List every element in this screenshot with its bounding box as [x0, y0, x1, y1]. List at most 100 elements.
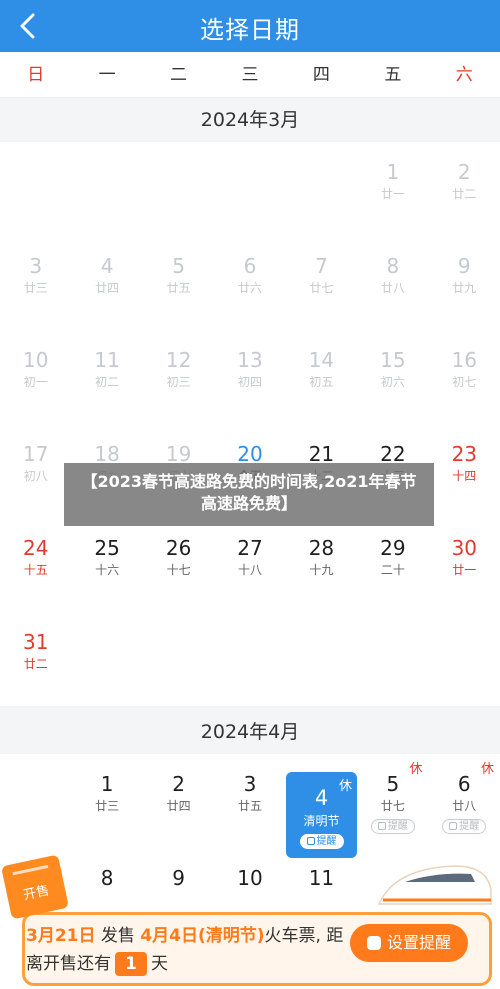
set-reminder-button[interactable]: 设置提醒 — [350, 924, 468, 962]
banner-message: 3月21日 发售 4月4日(清明节)火车票, 距离开售还有 1 天 — [26, 922, 346, 978]
weekday-label: 日 — [27, 65, 45, 85]
page-title: 选择日期 — [200, 16, 300, 44]
day-cell[interactable]: 休 5 廿七 提醒 — [357, 754, 428, 846]
day-cell: 5 廿五 — [143, 236, 214, 328]
day-cell: 6 廿六 — [214, 236, 285, 328]
sale-tag: 开售 — [1, 854, 69, 920]
day-number: 1 — [100, 772, 114, 796]
lunar-label: 十四 — [452, 469, 477, 483]
lunar-label: 初八 — [23, 469, 48, 483]
lunar-label: 廿四 — [95, 281, 120, 295]
day-cell: 17 初八 — [0, 424, 71, 516]
weekday-label: 三 — [241, 65, 259, 85]
lunar-label: 初五 — [309, 375, 334, 389]
day-number: 4 — [100, 254, 114, 278]
lunar-label: 廿七 — [380, 799, 405, 813]
train-icon — [377, 865, 492, 905]
day-cell[interactable]: 28 十九 — [286, 518, 357, 610]
day-cell[interactable]: 3 廿五 — [214, 754, 285, 846]
weekday-label: 四 — [312, 65, 330, 85]
lunar-label: 廿四 — [166, 799, 191, 813]
ticket-sale-banner: 开售 3月21日 发售 4月4日(清明节)火车票, 距离开售还有 1 天 设置提醒 — [0, 854, 500, 989]
lunar-label: 廿八 — [452, 799, 477, 813]
day-cell: 1 廿一 — [357, 142, 428, 234]
day-cell[interactable]: 29 二十 — [357, 518, 428, 610]
lunar-label: 廿三 — [95, 799, 120, 813]
remind-chip[interactable]: 提醒 — [299, 834, 344, 849]
lunar-label: 廿二 — [23, 657, 48, 671]
remind-label: 提醒 — [459, 821, 480, 832]
day-cell[interactable]: 1 廿三 — [71, 754, 142, 846]
day-number: 24 — [22, 536, 49, 560]
day-cell: 14 初五 — [286, 330, 357, 422]
lunar-label: 十七 — [166, 563, 191, 577]
day-cell: 10 初一 — [0, 330, 71, 422]
bell-icon — [377, 822, 386, 830]
calendar-grid-march: 1 廿一 2 廿二 3 廿三 4 廿四 5 廿五 6 廿六 7 廿七 8 廿八 9 廿九 10 初一 11 初二 12 初三 1… — [0, 142, 500, 706]
day-cell[interactable]: 2 廿四 — [143, 754, 214, 846]
day-number: 9 — [457, 254, 471, 278]
tag-decoration — [12, 864, 49, 876]
day-number: 2 — [172, 772, 185, 796]
day-cell[interactable]: 31 廿二 — [0, 612, 71, 704]
set-reminder-label: 设置提醒 — [386, 933, 451, 952]
bell-icon — [306, 837, 315, 845]
lunar-label: 廿二 — [452, 187, 477, 201]
month-title-march: 2024年3月 — [0, 98, 500, 142]
days-count: 1 — [115, 952, 147, 976]
day-number: 3 — [29, 254, 43, 278]
lunar-label: 清明节 — [303, 814, 340, 828]
lunar-label: 廿八 — [380, 281, 405, 295]
day-cell: 16 初七 — [429, 330, 500, 422]
lunar-label: 廿三 — [23, 281, 48, 295]
day-number: 1 — [386, 160, 400, 184]
day-number: 3 — [243, 772, 257, 796]
weekday-header: 日一二三四五六 — [0, 52, 500, 98]
day-cell[interactable]: 26 十七 — [143, 518, 214, 610]
day-cell: 4 廿四 — [71, 236, 142, 328]
day-cell[interactable]: 30 廿一 — [429, 518, 500, 610]
lunar-label: 廿六 — [237, 281, 262, 295]
weekday-label: 五 — [384, 65, 402, 85]
lunar-label: 初六 — [380, 375, 405, 389]
weekday-label: 二 — [170, 65, 188, 85]
day-number: 16 — [451, 348, 478, 372]
day-number: 29 — [380, 536, 406, 560]
day-number: 25 — [94, 536, 120, 560]
day-number: 6 — [243, 254, 257, 278]
weekday-label: 六 — [455, 65, 473, 85]
day-cell[interactable]: 24 十五 — [0, 518, 71, 610]
sale-text-1: 发售 — [100, 926, 135, 946]
lunar-label: 廿五 — [166, 281, 191, 295]
day-number: 15 — [380, 348, 406, 372]
weekday-label: 一 — [98, 65, 116, 85]
day-number: 7 — [315, 254, 328, 278]
remind-label: 提醒 — [387, 821, 408, 832]
day-number: 17 — [22, 442, 49, 466]
day-cell: 15 初六 — [357, 330, 428, 422]
day-cell: 11 初二 — [71, 330, 142, 422]
remind-chip[interactable]: 提醒 — [370, 819, 415, 834]
day-cell: 7 廿七 — [286, 236, 357, 328]
rest-badge: 休 — [480, 762, 494, 777]
day-cell: 8 廿八 — [357, 236, 428, 328]
day-cell[interactable]: 27 十八 — [214, 518, 285, 610]
travel-date: 4月4日(清明节) — [140, 926, 265, 946]
bell-icon — [449, 822, 458, 830]
lunar-label: 廿五 — [237, 799, 262, 813]
rest-badge: 休 — [409, 762, 423, 777]
lunar-label: 初七 — [452, 375, 477, 389]
day-cell[interactable]: 休 6 廿八 提醒 — [429, 754, 500, 846]
overlay-caption: 【2023春节高速路免费的时间表,2o21年春节高速路免费】 — [64, 463, 434, 526]
lunar-label: 初三 — [166, 375, 191, 389]
day-cell: 3 廿三 — [0, 236, 71, 328]
day-number: 26 — [165, 536, 192, 560]
day-number: 11 — [94, 348, 120, 372]
day-number: 14 — [308, 348, 335, 372]
day-cell[interactable]: 25 十六 — [71, 518, 142, 610]
selected-day-cell[interactable]: 休 4 清明节 提醒 — [286, 772, 357, 858]
remind-chip[interactable]: 提醒 — [442, 819, 487, 834]
day-cell[interactable]: 23 十四 — [429, 424, 500, 516]
sale-date: 3月21日 — [26, 926, 96, 946]
day-number: 23 — [451, 442, 478, 466]
